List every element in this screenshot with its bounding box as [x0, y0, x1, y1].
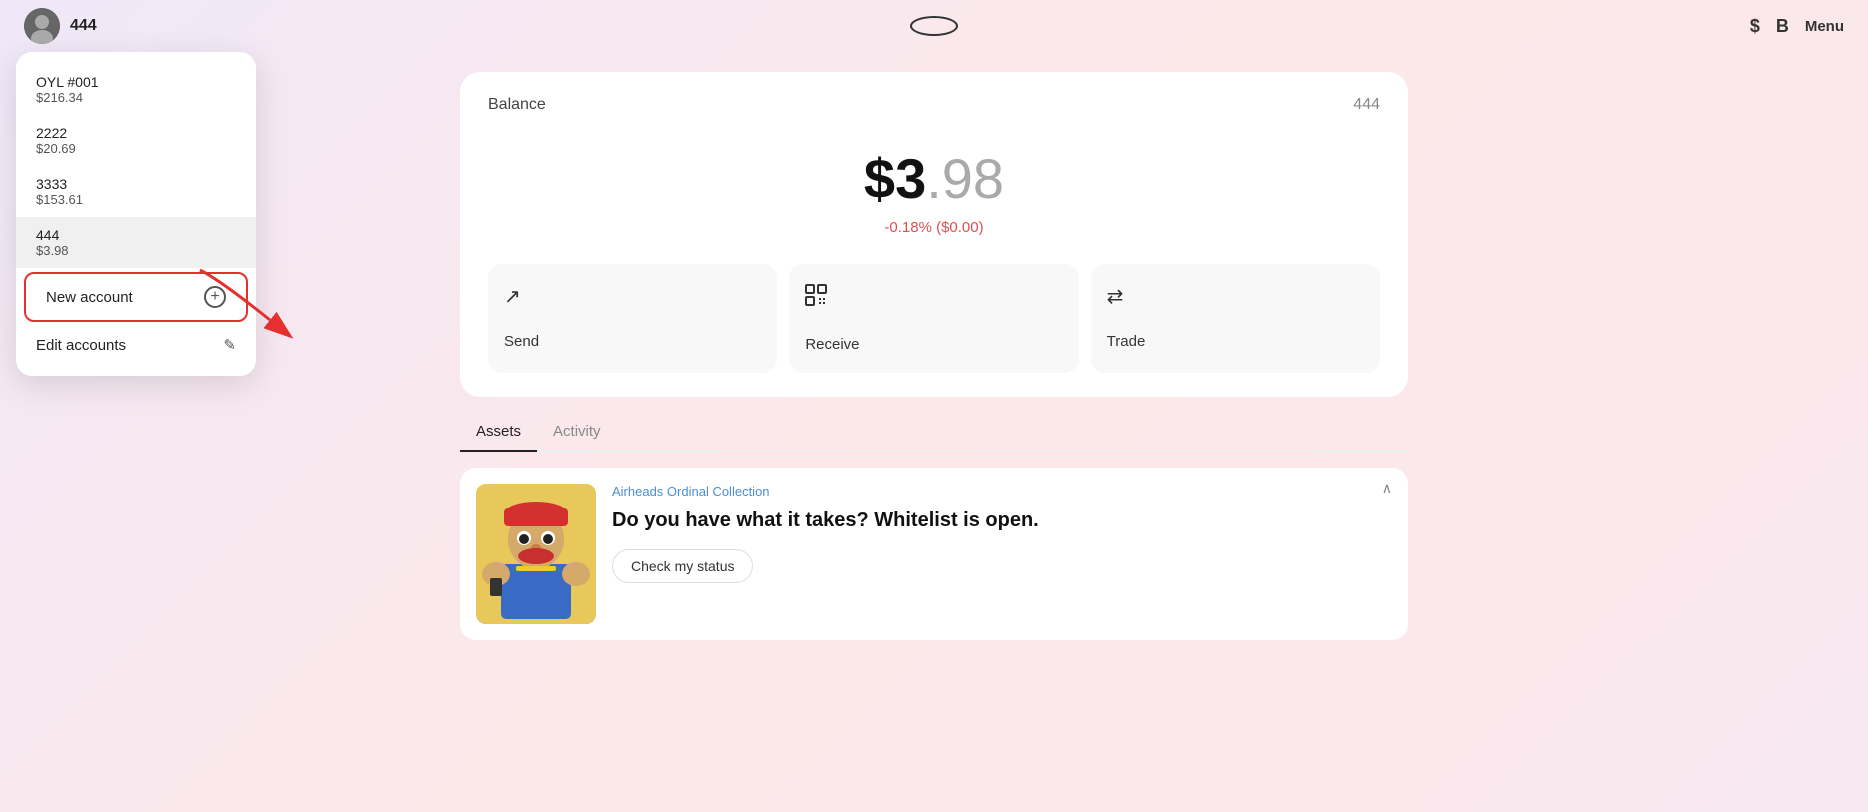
header-account-name: 444 [70, 17, 97, 35]
asset-content: Airheads Ordinal Collection Do you have … [612, 484, 1392, 583]
balance-decimal: .98 [926, 147, 1004, 210]
receive-icon [805, 284, 1062, 312]
receive-label: Receive [805, 336, 1062, 353]
account-balance-3333: $153.61 [36, 192, 83, 207]
receive-button[interactable]: Receive [789, 264, 1078, 373]
check-status-button[interactable]: Check my status [612, 549, 753, 583]
edit-pencil-icon: ✎ [223, 336, 236, 354]
account-dropdown: OYL #001 $216.34 2222 $20.69 3333 $153.6… [16, 52, 256, 376]
account-id-444: 444 [36, 227, 69, 243]
account-item-oyl001[interactable]: OYL #001 $216.34 [16, 64, 256, 115]
account-item-3333[interactable]: 3333 $153.61 [16, 166, 256, 217]
asset-title: Do you have what it takes? Whitelist is … [612, 507, 1392, 533]
logo-oval [910, 16, 958, 36]
main-content: Balance 444 $3.98 -0.18% ($0.00) ↗ Send [460, 52, 1408, 812]
account-id-2222: 2222 [36, 125, 76, 141]
account-switcher-trigger[interactable]: 444 [24, 8, 97, 44]
balance-label: Balance [488, 96, 546, 114]
trade-button[interactable]: ⇄ Trade [1091, 264, 1380, 373]
tab-activity[interactable]: Activity [537, 413, 617, 452]
btc-currency-button[interactable]: B [1776, 16, 1789, 37]
trade-label: Trade [1107, 333, 1364, 350]
account-item-2222[interactable]: 2222 $20.69 [16, 115, 256, 166]
avatar [24, 8, 60, 44]
account-balance-oyl001: $216.34 [36, 90, 99, 105]
header-right: $ B Menu [1750, 16, 1844, 37]
balance-change: -0.18% ($0.00) [488, 219, 1380, 236]
header: 444 $ B Menu [0, 0, 1868, 52]
usd-currency-button[interactable]: $ [1750, 16, 1760, 37]
account-id-3333: 3333 [36, 176, 83, 192]
balance-amount-display: $3.98 [488, 146, 1380, 211]
edit-accounts-button[interactable]: Edit accounts ✎ [16, 326, 256, 364]
balance-card: Balance 444 $3.98 -0.18% ($0.00) ↗ Send [460, 72, 1408, 397]
asset-card: Airheads Ordinal Collection Do you have … [460, 468, 1408, 640]
edit-accounts-label: Edit accounts [36, 337, 126, 354]
tabs-row: Assets Activity [460, 413, 1408, 452]
balance-header: Balance 444 [488, 96, 1380, 114]
new-account-button[interactable]: New account + [24, 272, 248, 322]
collapse-button[interactable]: ∧ [1382, 480, 1392, 497]
tab-assets[interactable]: Assets [460, 413, 537, 452]
account-id-oyl001: OYL #001 [36, 74, 99, 90]
asset-collection: Airheads Ordinal Collection [612, 484, 1392, 499]
logo [910, 16, 958, 36]
send-button[interactable]: ↗ Send [488, 264, 777, 373]
balance-account-id: 444 [1353, 96, 1380, 114]
trade-icon: ⇄ [1107, 284, 1364, 309]
balance-whole: $3 [864, 147, 926, 210]
asset-image [476, 484, 596, 624]
menu-button[interactable]: Menu [1805, 18, 1844, 35]
actions-row: ↗ Send Receive ⇄ [488, 264, 1380, 373]
account-balance-444: $3.98 [36, 243, 69, 258]
send-icon: ↗ [504, 284, 761, 309]
send-label: Send [504, 333, 761, 350]
new-account-label: New account [46, 289, 133, 306]
plus-icon: + [204, 286, 226, 308]
account-balance-2222: $20.69 [36, 141, 76, 156]
account-item-444[interactable]: 444 $3.98 [16, 217, 256, 268]
